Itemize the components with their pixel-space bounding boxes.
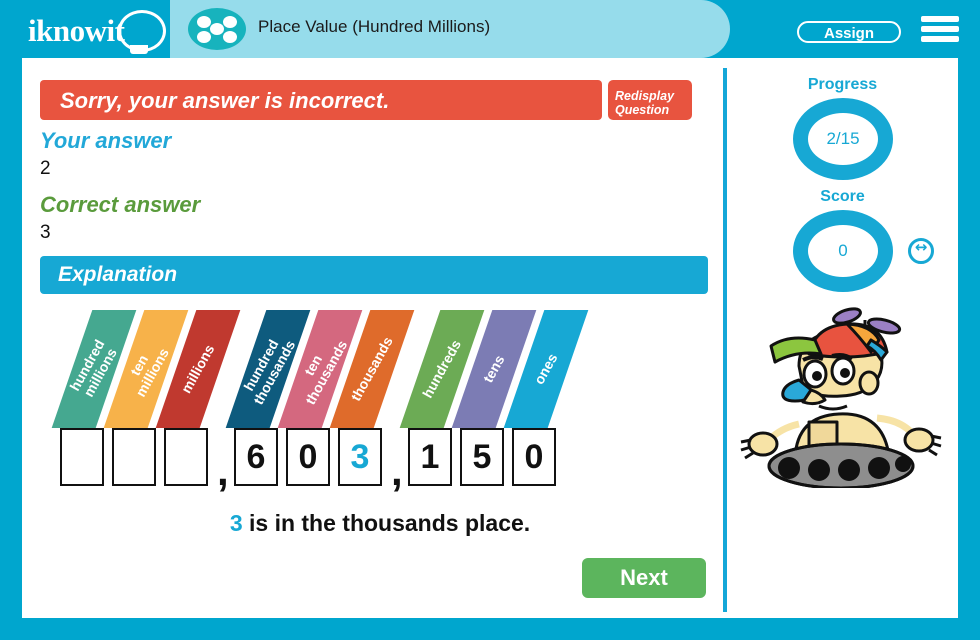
- content-card: Sorry, your answer is incorrect. Redispl…: [22, 58, 958, 618]
- place-value-tabs: hundred millions ten millions millions hundre…: [51, 310, 700, 430]
- robot-mascot-icon: [737, 298, 947, 490]
- five-dots-icon: [188, 8, 246, 50]
- top-header-bar: iknowit Place Value (Hundred Millions) A…: [0, 0, 980, 58]
- place-value-digit-boxes: ,603,150: [60, 428, 700, 500]
- place-value-chart: hundred millions ten millions millions hundre…: [51, 310, 700, 536]
- your-answer-value: 2: [40, 158, 51, 179]
- place-value-digit: 6: [246, 438, 266, 476]
- place-value-digit: 0: [524, 438, 544, 476]
- place-value-digit: 5: [472, 438, 492, 476]
- place-value-digit: 1: [420, 438, 440, 476]
- place-value-tab-label: millions: [177, 341, 218, 396]
- explanation-sentence: 3 is in the thousands place.: [229, 510, 531, 536]
- score-ring: 0: [793, 210, 893, 292]
- progress-label: Progress: [807, 76, 878, 93]
- resize-horizontal-icon[interactable]: [908, 238, 934, 264]
- redisplay-line1: Redisplay: [615, 88, 675, 103]
- place-value-digit-box: 5: [460, 428, 504, 486]
- place-value-digit-box: 3: [338, 428, 382, 486]
- result-message: Sorry, your answer is incorrect.: [60, 88, 390, 113]
- correct-answer-label: Correct answer: [40, 192, 201, 217]
- place-value-digit: 3: [350, 438, 370, 476]
- topic-pill: Place Value (Hundred Millions): [170, 0, 730, 58]
- page-title: Place Value (Hundred Millions): [258, 17, 491, 36]
- correct-answer-value: 3: [40, 222, 51, 243]
- explanation-header: Explanation: [40, 256, 708, 294]
- question-panel: Sorry, your answer is incorrect. Redispl…: [22, 58, 722, 618]
- place-value-digit: 0: [298, 438, 318, 476]
- status-sidebar: Progress 2/15 Score 0: [727, 58, 958, 618]
- hamburger-menu-icon[interactable]: [921, 16, 959, 43]
- place-value-tab-label: tens: [479, 352, 508, 386]
- place-value-comma: ,: [217, 447, 229, 494]
- progress-value: 2/15: [826, 129, 860, 148]
- place-value-tab-label: thousands: [347, 333, 396, 404]
- place-value-digit-box: 0: [512, 428, 556, 486]
- progress-ring: 2/15: [793, 98, 893, 180]
- place-value-tab-label: ones: [530, 350, 561, 387]
- place-value-tab-label: hundred millions: [66, 336, 120, 400]
- redisplay-line2: Question: [615, 102, 670, 117]
- lightbulb-base-icon: [130, 42, 148, 54]
- place-value-digit-box: [60, 428, 104, 486]
- your-answer-label: Your answer: [40, 128, 172, 153]
- place-value-digit-box: 6: [234, 428, 278, 486]
- brand-logo[interactable]: iknowit: [22, 8, 166, 54]
- place-value-tab-label: ten millions: [126, 345, 172, 400]
- place-value-digit-box: 0: [286, 428, 330, 486]
- place-value-digit-box: 1: [408, 428, 452, 486]
- next-button[interactable]: Next: [582, 558, 706, 598]
- score-label: Score: [820, 188, 865, 205]
- score-value: 0: [838, 241, 848, 260]
- redisplay-question-button[interactable]: Redisplay Question: [608, 80, 692, 120]
- place-value-digit-box: [112, 428, 156, 486]
- app-window: iknowit Place Value (Hundred Millions) A…: [0, 0, 980, 640]
- brand-logo-text: iknowit: [28, 13, 125, 48]
- place-value-digit-box: [164, 428, 208, 486]
- assign-button[interactable]: Assign: [797, 21, 901, 43]
- result-banner: Sorry, your answer is incorrect.: [40, 80, 602, 120]
- explanation-label: Explanation: [58, 263, 178, 286]
- place-value-tab-label: hundreds: [419, 336, 465, 401]
- sentence-highlight-digit: 3: [229, 510, 243, 536]
- place-value-comma: ,: [391, 447, 403, 494]
